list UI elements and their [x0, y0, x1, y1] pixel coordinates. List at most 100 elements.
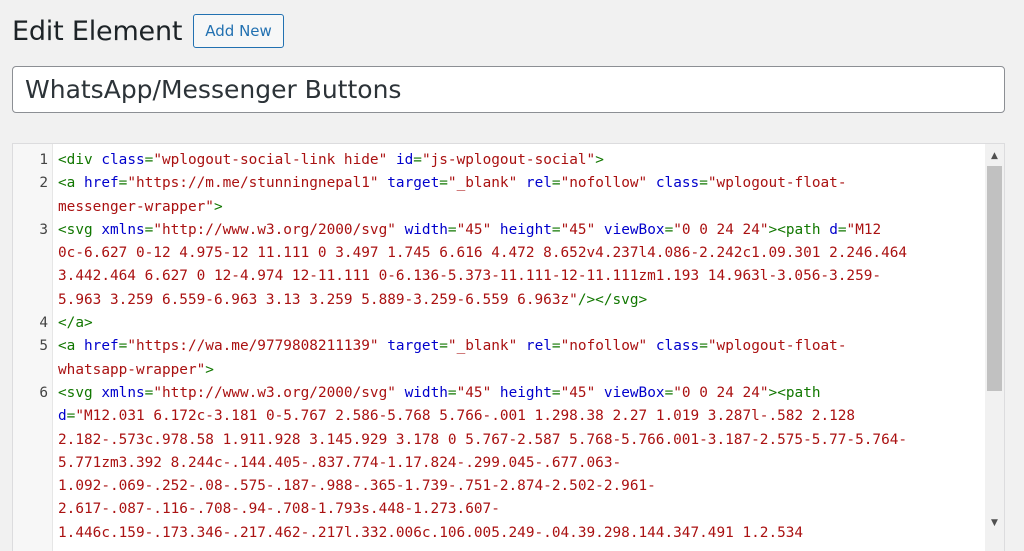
code-visual-line: <svg xmlns="http://www.w3.org/2000/svg" …: [58, 219, 985, 242]
code-line[interactable]: 6 <svg xmlns = "http://www.w3.org/2000/svg"…: [13, 382, 985, 545]
code-token: ><path: [768, 384, 821, 401]
code-token: "js-wplogout-social": [421, 152, 596, 168]
page-header: Edit Element Add New: [12, 11, 284, 51]
code-token: =: [699, 175, 708, 192]
code-token: "wplogout-float-: [707, 175, 847, 192]
code-visual-line: 5.771zm3.392 8.244c-.144.405-.837.774-1.…: [58, 452, 985, 475]
code-token: "https://m.me/stunningnepal1": [127, 175, 379, 192]
code-token: >: [595, 152, 604, 168]
line-number: 4: [39, 315, 48, 332]
code-visual-line: <svg xmlns="http://www.w3.org/2000/svg" …: [58, 382, 985, 405]
code-token: class: [655, 175, 700, 192]
code-visual-line: </a>: [58, 312, 985, 335]
code-line[interactable]: 2 <a href = "https://m.me/stunningnepal1" t…: [13, 172, 985, 219]
code-visual-line: <div class = "wplogout-social-link hide" i…: [58, 149, 985, 172]
code-token: 0c-6.627 0-12 4.975-12 11.111 0 3.497 1.…: [58, 245, 908, 262]
code-token: =: [837, 221, 847, 238]
code-visual-line: 0c-6.627 0-12 4.975-12 11.111 0 3.497 1.…: [58, 242, 985, 265]
code-token: "45": [456, 384, 492, 401]
code-token: target: [387, 175, 440, 192]
code-visual-line: 1.446c.159-.173.346-.217.462-.217l.332.0…: [58, 522, 985, 545]
code-token: >: [213, 198, 223, 215]
code-token: </a>: [58, 315, 93, 332]
code-token: rel: [525, 338, 552, 355]
code-token: <svg: [58, 384, 102, 401]
code-token: "_blank": [447, 338, 518, 355]
code-token: class: [101, 152, 145, 168]
code-line[interactable]: 5 <a href = "https://wa.me/9779808211139" t…: [13, 335, 985, 382]
code-token: "0 0 24 24": [673, 221, 769, 238]
element-title-input[interactable]: [12, 66, 1005, 113]
code-token: "http://www.w3.org/2000/svg": [153, 384, 396, 401]
add-new-button[interactable]: Add New: [193, 14, 284, 48]
code-token: /></svg>: [577, 291, 648, 308]
code-token: viewBox: [603, 384, 665, 401]
line-number: 6: [39, 384, 48, 401]
editor-scrollbar[interactable]: ▲ ▼: [985, 144, 1004, 551]
code-token: viewBox: [603, 221, 665, 238]
code-visual-line: <a href = "https://wa.me/9779808211139" ta…: [58, 335, 985, 358]
code-token: xmlns: [101, 384, 145, 401]
code-token: =: [551, 175, 561, 192]
code-visual-line: d="M12.031 6.172c-3.181 0-5.767 2.586-5.…: [58, 405, 985, 428]
code-token: >: [205, 361, 214, 378]
code-visual-line: 2.617-.087-.116-.708-.94-.708-1.793s.448…: [58, 498, 985, 521]
scroll-up-arrow-icon[interactable]: ▲: [985, 147, 1004, 164]
code-token: whatsapp-wrapper": [58, 361, 206, 378]
code-token: "M12.031 6.172c-3.181 0-5.767 2.586-5.76…: [75, 408, 856, 425]
code-editor[interactable]: 1 <div class = "wplogout-social-link hide" …: [12, 143, 1005, 551]
code-token: 1.446c.159-.173.346-.217.462-.217l.332.0…: [58, 524, 804, 541]
code-token: "0 0 24 24": [673, 384, 769, 401]
code-token: href: [84, 338, 119, 355]
code-token: "https://wa.me/9779808211139": [127, 338, 379, 355]
code-token: xmlns: [101, 221, 145, 238]
code-token: height: [499, 221, 552, 238]
code-token: width: [404, 384, 448, 401]
code-line[interactable]: 3 <svg xmlns = "http://www.w3.org/2000/svg"…: [13, 219, 985, 312]
code-token: "wplogout-float-: [707, 338, 847, 355]
code-token: messenger-wrapper": [58, 198, 214, 215]
page-title: Edit Element: [12, 15, 183, 47]
code-token: "45": [456, 221, 492, 238]
code-token: =: [447, 221, 457, 238]
line-number: 2: [39, 175, 48, 192]
code-token: "M12: [846, 221, 882, 238]
code-token: =: [664, 384, 674, 401]
code-visual-line: 1.092-.069-.252-.08-.575-.187-.988-.365-…: [58, 475, 985, 498]
code-visual-line: 3.442.464 6.627 0 12-4.974 12-11.111 0-6…: [58, 265, 985, 288]
line-number: 3: [39, 221, 48, 238]
code-visual-line: whatsapp-wrapper">: [58, 359, 985, 382]
code-token: <a: [58, 338, 84, 355]
code-token: "wplogout-social-link hide": [153, 152, 388, 168]
scroll-down-arrow-icon[interactable]: ▼: [985, 514, 1004, 531]
code-token: =: [551, 384, 561, 401]
scrollbar-thumb[interactable]: [987, 166, 1002, 391]
code-token: height: [499, 384, 552, 401]
code-token: =: [664, 221, 674, 238]
code-token: 5.963 3.259 6.559-6.963 3.13 3.259 5.889…: [58, 291, 578, 308]
code-token: <div: [58, 152, 102, 168]
code-token: =: [551, 338, 561, 355]
code-token: 3.442.464 6.627 0 12-4.974 12-11.111 0-6…: [58, 268, 882, 285]
code-token: id: [395, 152, 414, 168]
code-token: d: [58, 408, 67, 425]
code-line[interactable]: 4 </a>: [13, 312, 985, 335]
code-token: <svg: [58, 221, 102, 238]
code-token: ><path: [768, 221, 830, 238]
line-number: 5: [39, 338, 48, 355]
code-visual-line: 5.963 3.259 6.559-6.963 3.13 3.259 5.889…: [58, 289, 985, 312]
code-token: =: [413, 152, 422, 168]
code-line[interactable]: 1 <div class = "wplogout-social-link hide" …: [13, 149, 985, 172]
code-content[interactable]: 1 <div class = "wplogout-social-link hide" …: [13, 149, 985, 545]
code-token: =: [447, 384, 457, 401]
code-token: href: [84, 175, 119, 192]
code-token: "_blank": [447, 175, 518, 192]
